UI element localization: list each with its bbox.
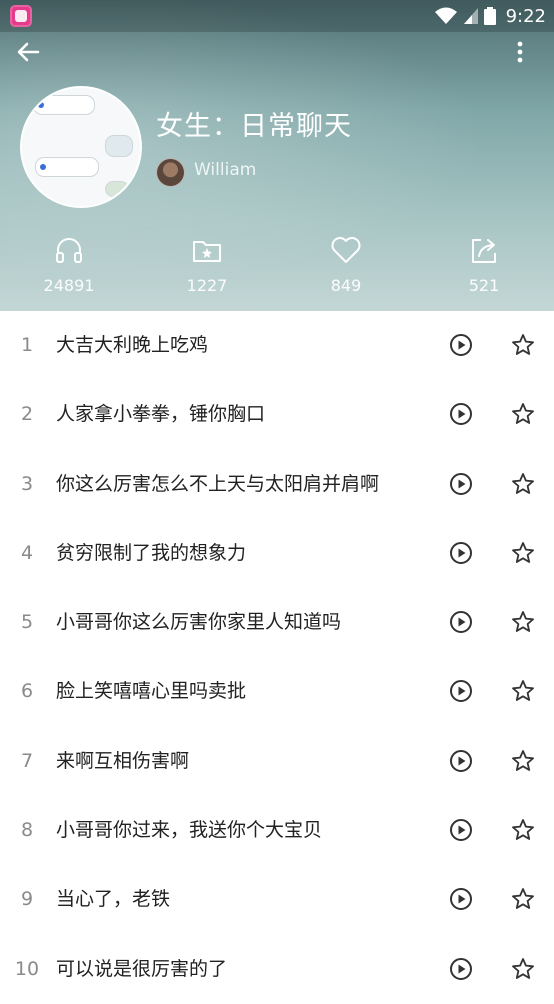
track-index: 5 bbox=[20, 611, 34, 634]
play-icon[interactable] bbox=[449, 541, 473, 565]
star-icon[interactable] bbox=[511, 610, 535, 634]
app-icon bbox=[10, 5, 32, 27]
track-row[interactable]: 5 小哥哥你这么厉害你家里人知道吗 bbox=[0, 588, 554, 657]
listen-count-button[interactable]: 24891 bbox=[29, 234, 109, 295]
collect-count-button[interactable]: 1227 bbox=[167, 234, 247, 295]
track-title[interactable]: 当心了，老铁 bbox=[56, 865, 170, 934]
track-title[interactable]: 大吉大利晚上吃鸡 bbox=[56, 311, 208, 380]
track-title[interactable]: 来啊互相伤害啊 bbox=[56, 727, 189, 796]
track-index: 10 bbox=[14, 957, 40, 980]
headphones-icon bbox=[56, 238, 82, 263]
track-title[interactable]: 人家拿小拳拳，锤你胸口 bbox=[56, 380, 265, 449]
more-vertical-icon[interactable] bbox=[506, 38, 534, 66]
track-row[interactable]: 6 脸上笑嘻嘻心里吗卖批 bbox=[0, 657, 554, 726]
star-icon[interactable] bbox=[511, 541, 535, 565]
track-index: 9 bbox=[20, 888, 34, 911]
playlist-header: 9:22 女生：日常聊天 William 24891 1227 849 521 bbox=[0, 0, 554, 311]
star-icon[interactable] bbox=[511, 957, 535, 981]
battery-icon bbox=[483, 7, 496, 25]
playlist-title: 女生：日常聊天 bbox=[156, 111, 352, 142]
track-title[interactable]: 小哥哥你过来，我送你个大宝贝 bbox=[56, 796, 322, 865]
track-index: 8 bbox=[20, 819, 34, 842]
track-row[interactable]: 2 人家拿小拳拳，锤你胸口 bbox=[0, 380, 554, 449]
track-row[interactable]: 9 当心了，老铁 bbox=[0, 865, 554, 934]
share-count: 521 bbox=[468, 276, 500, 295]
like-count-button[interactable]: 849 bbox=[306, 234, 386, 295]
play-icon[interactable] bbox=[449, 402, 473, 426]
wifi-icon bbox=[434, 7, 457, 24]
track-title[interactable]: 贫穷限制了我的想象力 bbox=[56, 519, 246, 588]
play-icon[interactable] bbox=[449, 472, 473, 496]
heart-icon bbox=[331, 237, 361, 263]
listen-count: 24891 bbox=[43, 276, 95, 295]
track-index: 3 bbox=[20, 472, 34, 495]
play-icon[interactable] bbox=[449, 679, 473, 703]
track-title[interactable]: 可以说是很厉害的了 bbox=[56, 935, 227, 1004]
track-index: 1 bbox=[20, 334, 34, 356]
track-row[interactable]: 3 你这么厉害怎么不上天与太阳肩并肩啊 bbox=[0, 450, 554, 519]
track-row[interactable]: 1 大吉大利晚上吃鸡 bbox=[0, 311, 554, 380]
play-icon[interactable] bbox=[449, 957, 473, 981]
star-icon[interactable] bbox=[511, 472, 535, 496]
track-title[interactable]: 你这么厉害怎么不上天与太阳肩并肩啊 bbox=[56, 450, 379, 519]
star-icon[interactable] bbox=[511, 679, 535, 703]
track-index: 4 bbox=[20, 541, 34, 564]
track-row[interactable]: 4 贫穷限制了我的想象力 bbox=[0, 519, 554, 588]
star-icon[interactable] bbox=[511, 818, 535, 842]
status-bar: 9:22 bbox=[0, 0, 554, 32]
track-row[interactable]: 10 可以说是很厉害的了 bbox=[0, 935, 554, 1004]
signal-icon bbox=[463, 8, 478, 24]
star-icon[interactable] bbox=[511, 333, 535, 357]
track-title[interactable]: 小哥哥你这么厉害你家里人知道吗 bbox=[56, 588, 341, 657]
star-icon[interactable] bbox=[511, 749, 535, 773]
collect-count: 1227 bbox=[186, 276, 228, 295]
track-index: 6 bbox=[20, 680, 34, 703]
track-index: 7 bbox=[20, 749, 34, 772]
star-icon[interactable] bbox=[511, 402, 535, 426]
share-count-button[interactable]: 521 bbox=[444, 234, 524, 295]
author-name[interactable]: William bbox=[194, 160, 256, 180]
play-icon[interactable] bbox=[449, 610, 473, 634]
track-row[interactable]: 8 小哥哥你过来，我送你个大宝贝 bbox=[0, 796, 554, 865]
play-icon[interactable] bbox=[449, 818, 473, 842]
playlist-cover[interactable] bbox=[20, 86, 142, 208]
share-icon bbox=[472, 239, 496, 263]
author-avatar[interactable] bbox=[156, 158, 185, 187]
status-time: 9:22 bbox=[505, 5, 546, 27]
like-count: 849 bbox=[330, 276, 362, 295]
play-icon[interactable] bbox=[449, 333, 473, 357]
track-row[interactable]: 7 来啊互相伤害啊 bbox=[0, 727, 554, 796]
play-icon[interactable] bbox=[449, 887, 473, 911]
track-index: 2 bbox=[20, 403, 34, 426]
folder-star-icon bbox=[193, 241, 221, 262]
play-icon[interactable] bbox=[449, 749, 473, 773]
track-title[interactable]: 脸上笑嘻嘻心里吗卖批 bbox=[56, 657, 246, 726]
track-list: 1 大吉大利晚上吃鸡 2 人家拿小拳拳，锤你胸口 3 你这么厉害怎么不上天与太阳… bbox=[0, 311, 554, 1004]
star-icon[interactable] bbox=[511, 887, 535, 911]
back-arrow-icon[interactable] bbox=[14, 38, 42, 66]
